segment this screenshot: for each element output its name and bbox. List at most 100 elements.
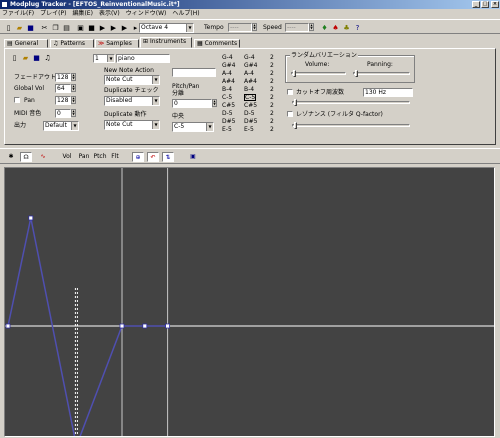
note-map[interactable]: G-4 G-4 2 G#4 G#4 2 A-4 A-4 2 A#4 A#4 2 B-4 B-4 2 C-5 C-… — [218, 54, 280, 134]
speed-spin[interactable]: ▲ ▼ — [309, 23, 314, 31]
tab-patterns[interactable]: ♫ Patterns — [50, 39, 94, 48]
headphones-icon[interactable]: ☊ — [20, 152, 32, 162]
play-song-icon[interactable]: ▣ — [76, 23, 85, 32]
duplicate-check-select[interactable]: Disabled ▼ — [104, 96, 160, 106]
octave-select[interactable]: Octave 4 ▼ — [139, 23, 194, 33]
note-map-row[interactable]: B-4 B-4 2 — [218, 86, 280, 93]
fadeout-spin[interactable]: ▲ ▼ — [71, 73, 76, 81]
sample-icon[interactable]: ♣ — [342, 23, 351, 32]
envelope-graph[interactable] — [5, 168, 494, 436]
play-instrument-icon[interactable]: ♫ — [43, 53, 52, 62]
output-value: Default — [45, 122, 67, 129]
cutoff-value-field[interactable]: 130 Hz — [363, 88, 413, 97]
grid-icon[interactable]: ▣ — [187, 152, 199, 162]
load-instrument-icon[interactable]: ▰ — [21, 53, 30, 62]
save-instrument-icon[interactable]: ■ — [32, 53, 41, 62]
envelope-on-icon[interactable]: ⊕ — [132, 152, 144, 162]
slider-thumb[interactable] — [294, 99, 297, 106]
sustain-icon[interactable]: ⇅ — [162, 152, 174, 162]
midi-program-spin[interactable]: ▲ ▼ — [71, 109, 76, 117]
cutoff-slider[interactable] — [292, 99, 410, 106]
center-select[interactable]: C-5 ▼ — [172, 122, 214, 132]
envelope-node[interactable] — [5, 323, 11, 329]
resonance-checkbox[interactable] — [287, 111, 293, 117]
sample-map-icon[interactable]: ✱ — [6, 152, 16, 162]
menu-window[interactable]: ウィンドウ(W) — [126, 10, 167, 17]
separation-field[interactable]: 0 — [172, 99, 212, 108]
separation-spin[interactable]: ▲ ▼ — [212, 99, 217, 107]
instrument-name-field[interactable]: piano — [116, 54, 170, 63]
duplicate-action-select[interactable]: Note Cut ▼ — [104, 120, 160, 130]
tab-general[interactable]: ▤ General — [4, 39, 48, 48]
tempo-spin[interactable]: ▲ ▼ — [252, 23, 257, 31]
pitch-pan-blank-field[interactable] — [172, 68, 216, 77]
menu-file[interactable]: ファイル(F) — [2, 10, 34, 17]
envelope-node[interactable] — [119, 323, 125, 329]
tab-instruments[interactable]: ⊞ Instruments — [140, 37, 192, 48]
envelope-editor[interactable] — [4, 167, 495, 437]
note-map-row[interactable]: G-4 G-4 2 — [218, 54, 280, 61]
envelope-node[interactable] — [28, 215, 34, 221]
tempo-field[interactable]: ---- — [228, 23, 252, 32]
tab-comments[interactable]: ▦ Comments — [194, 39, 240, 48]
menu-play[interactable]: プレイ(P) — [40, 10, 66, 17]
midi-program-field[interactable]: 0 — [55, 109, 71, 118]
waveform-icon[interactable]: ∿ — [36, 152, 50, 162]
filter-envelope-button[interactable]: Flt — [109, 152, 121, 162]
minimize-button[interactable]: _ — [472, 1, 480, 8]
midi-program-label: MIDI 音色 — [14, 110, 42, 117]
midi-icon[interactable]: ♠ — [331, 23, 340, 32]
close-button[interactable]: × — [491, 1, 499, 8]
global-vol-field[interactable]: 64 — [55, 84, 71, 93]
help-icon[interactable]: ? — [353, 23, 362, 32]
fadeout-field[interactable]: 128 — [55, 73, 71, 82]
instrument-number-select[interactable]: 1 ▼ — [93, 54, 115, 63]
note-map-row[interactable]: A-4 A-4 2 — [218, 70, 280, 77]
resonance-slider[interactable] — [292, 122, 410, 129]
play-from-row-icon[interactable]: ▶ — [120, 23, 129, 32]
pan-envelope-button[interactable]: Pan — [77, 152, 91, 162]
volume-variation-slider[interactable] — [291, 70, 346, 77]
note-map-row[interactable]: A#4 A#4 2 — [218, 78, 280, 85]
stop-icon[interactable]: ■ — [87, 23, 96, 32]
save-icon[interactable]: ■ — [26, 23, 35, 32]
copy-icon[interactable]: ❐ — [51, 23, 60, 32]
pan-field[interactable]: 128 — [55, 96, 71, 105]
cutoff-checkbox[interactable] — [287, 89, 293, 95]
new-file-icon[interactable]: ▯ — [4, 23, 13, 32]
open-folder-icon[interactable]: ▰ — [15, 23, 24, 32]
pitch-envelope-button[interactable]: Ptch — [93, 152, 107, 162]
nna-select[interactable]: Note Cut ▼ — [104, 75, 160, 85]
panning-variation-slider[interactable] — [353, 70, 410, 77]
speed-field[interactable]: ---- — [285, 23, 309, 32]
play-pattern-icon[interactable]: ▶ — [109, 23, 118, 32]
paste-icon[interactable]: ▤ — [62, 23, 71, 32]
global-vol-spin[interactable]: ▲ ▼ — [71, 84, 76, 92]
menu-edit[interactable]: 編集(E) — [72, 10, 92, 17]
menu-help[interactable]: ヘルプ(H) — [172, 10, 199, 17]
note-map-row[interactable]: E-5 E-5 2 — [218, 126, 280, 133]
slider-thumb[interactable] — [294, 122, 297, 129]
main-toolbar: ▯ ▰ ■ ✂ ❐ ▤ ▣ ■ ▶ ▶ ▶ ▸ Octave 4 ▼ Tempo… — [0, 19, 500, 34]
tab-samples[interactable]: ≫ Samples — [95, 39, 139, 48]
loop-icon[interactable]: ↶ — [147, 152, 159, 162]
menu-view[interactable]: 表示(V) — [99, 10, 120, 17]
volume-envelope-button[interactable]: Vol — [61, 152, 73, 162]
cut-icon[interactable]: ✂ — [40, 23, 49, 32]
envelope-node[interactable] — [142, 323, 148, 329]
slider-thumb[interactable] — [355, 70, 358, 77]
pan-checkbox[interactable] — [14, 97, 20, 103]
play-icon[interactable]: ▶ — [98, 23, 107, 32]
note-map-row[interactable]: C-5 C-5 2 — [218, 94, 280, 101]
settings-icon[interactable]: ♦ — [320, 23, 329, 32]
note-map-row[interactable]: G#4 G#4 2 — [218, 62, 280, 69]
envelope-node[interactable] — [165, 323, 171, 329]
note-map-row[interactable]: D-5 D-5 2 — [218, 110, 280, 117]
output-select[interactable]: Default ▼ — [43, 121, 79, 131]
maximize-button[interactable]: □ — [481, 1, 489, 8]
new-instrument-icon[interactable]: ▯ — [10, 53, 19, 62]
pan-spin[interactable]: ▲ ▼ — [71, 96, 76, 104]
note-map-row[interactable]: C#5 C#5 2 — [218, 102, 280, 109]
slider-thumb[interactable] — [293, 70, 296, 77]
note-map-row[interactable]: D#5 D#5 2 — [218, 118, 280, 125]
